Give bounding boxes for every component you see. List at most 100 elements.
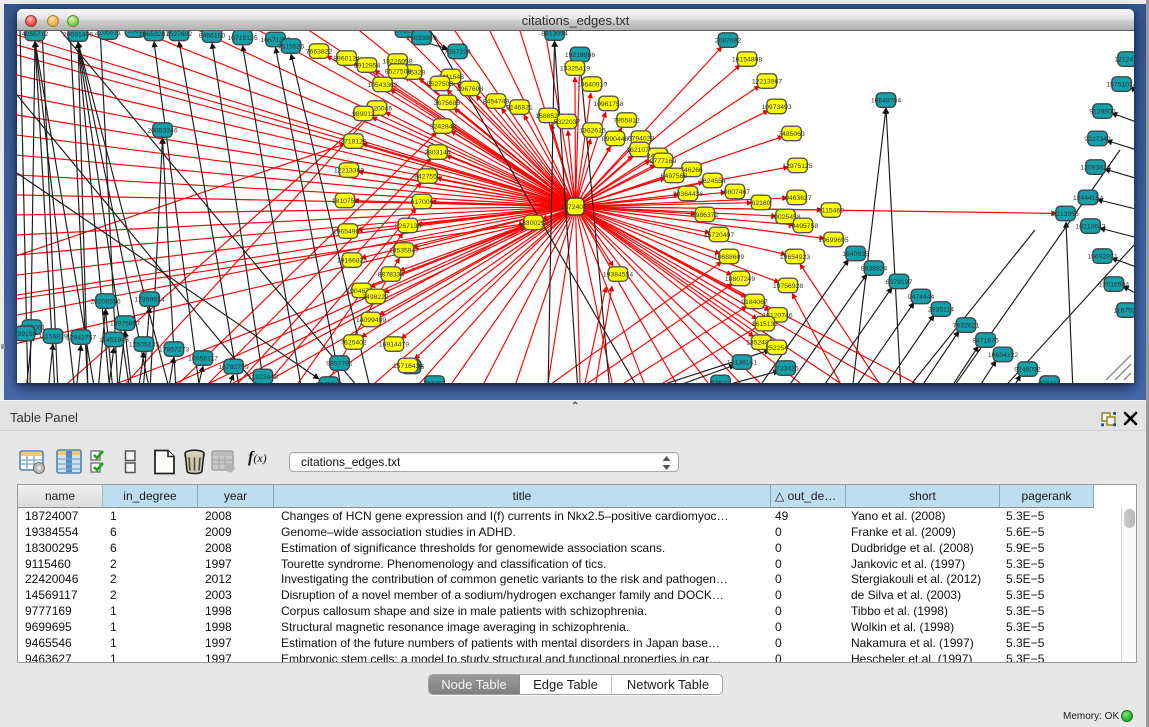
svg-text:1640935: 1640935 — [842, 251, 869, 258]
svg-text:1810753: 1810753 — [332, 198, 359, 205]
svg-text:17359924: 17359924 — [134, 297, 164, 304]
svg-text:2105531: 2105531 — [95, 31, 122, 37]
svg-text:8427552: 8427552 — [414, 174, 441, 181]
svg-text:13535947: 13535947 — [389, 248, 419, 255]
svg-text:16782759: 16782759 — [218, 364, 248, 371]
svg-text:19384554: 19384554 — [603, 272, 633, 279]
svg-text:12444154: 12444154 — [1073, 195, 1103, 202]
svg-text:9129906: 9129906 — [1089, 109, 1116, 116]
svg-text:20053346: 20053346 — [147, 128, 177, 135]
svg-text:7485063: 7485063 — [778, 131, 805, 138]
svg-text:14136141: 14136141 — [727, 360, 757, 367]
svg-text:10958117: 10958117 — [188, 356, 218, 363]
svg-text:10699695: 10699695 — [818, 237, 848, 244]
svg-text:16648784: 16648784 — [871, 98, 901, 105]
svg-text:8938924: 8938924 — [861, 266, 888, 273]
svg-text:989012: 989012 — [352, 111, 375, 118]
svg-text:9474444: 9474444 — [908, 294, 935, 301]
svg-text:8471676: 8471676 — [972, 338, 999, 345]
svg-text:10719135: 10719135 — [227, 35, 257, 42]
svg-text:1362615: 1362615 — [579, 128, 606, 135]
svg-text:9527503: 9527503 — [427, 81, 454, 88]
svg-text:18300295: 18300295 — [518, 220, 548, 227]
svg-text:16033809: 16033809 — [406, 35, 436, 42]
svg-text:11156829: 11156829 — [38, 334, 67, 341]
svg-text:11923448: 11923448 — [248, 374, 278, 381]
svg-text:9115460: 9115460 — [818, 208, 844, 215]
svg-text:15720407: 15720407 — [704, 232, 734, 239]
svg-text:12975125: 12975125 — [782, 163, 812, 170]
svg-text:936112: 936112 — [1038, 381, 1060, 384]
svg-text:5322037: 5322037 — [554, 119, 581, 126]
svg-text:19166825: 19166825 — [337, 258, 367, 265]
svg-text:13975887: 13975887 — [110, 321, 140, 328]
svg-text:19654985: 19654985 — [333, 229, 363, 236]
svg-text:6379197: 6379197 — [886, 279, 913, 286]
svg-text:18640910: 18640910 — [577, 82, 607, 89]
svg-text:10654122: 10654122 — [988, 352, 1018, 359]
svg-text:1527602: 1527602 — [166, 31, 193, 38]
svg-text:12942757: 12942757 — [66, 335, 96, 342]
svg-text:11451943: 11451943 — [99, 337, 129, 344]
svg-text:19654923: 19654923 — [780, 254, 810, 261]
svg-text:18724007: 18724007 — [560, 204, 590, 211]
svg-text:9245052: 9245052 — [1014, 367, 1041, 374]
svg-text:12505135: 12505135 — [129, 342, 159, 349]
svg-text:14099489: 14099489 — [356, 317, 386, 324]
svg-text:1615132: 1615132 — [752, 321, 779, 328]
svg-text:7955812: 7955812 — [613, 118, 640, 125]
svg-text:2803144: 2803144 — [424, 150, 451, 157]
svg-text:15692971: 15692971 — [1087, 254, 1117, 261]
svg-text:8960124: 8960124 — [333, 56, 360, 63]
svg-text:10973493: 10973493 — [761, 104, 791, 111]
svg-text:8878334: 8878334 — [378, 272, 405, 279]
svg-text:252254: 252254 — [765, 345, 788, 352]
svg-text:2967608: 2967608 — [457, 86, 484, 93]
svg-text:16154808: 16154808 — [732, 57, 762, 64]
svg-text:3675685: 3675685 — [434, 100, 461, 107]
svg-text:62160: 62160 — [752, 200, 771, 207]
svg-text:12213369: 12213369 — [334, 168, 364, 175]
svg-text:12213967: 12213967 — [752, 79, 782, 86]
svg-text:7632621: 7632621 — [953, 323, 980, 330]
svg-text:19463627: 19463627 — [781, 195, 811, 202]
svg-text:1733426: 1733426 — [772, 366, 799, 373]
svg-text:18807249: 18807249 — [725, 276, 755, 283]
svg-text:1212474: 1212474 — [1114, 57, 1134, 64]
svg-text:15751074: 15751074 — [1106, 82, 1134, 89]
svg-text:17016504: 17016504 — [1099, 282, 1129, 289]
svg-text:10653287: 10653287 — [139, 31, 169, 38]
svg-text:7625402: 7625402 — [340, 340, 367, 347]
svg-text:9242848: 9242848 — [430, 124, 457, 131]
svg-text:764201: 764201 — [423, 381, 446, 384]
svg-text:617006: 617006 — [411, 199, 434, 206]
svg-text:13325419: 13325419 — [560, 66, 590, 73]
svg-text:9227342: 9227342 — [1084, 136, 1111, 143]
svg-text:20206556: 20206556 — [90, 299, 120, 306]
svg-text:10961758: 10961758 — [593, 101, 623, 108]
svg-text:2935114: 2935114 — [928, 307, 954, 314]
svg-text:7986372: 7986372 — [692, 212, 719, 219]
svg-text:4055712: 4055712 — [22, 31, 49, 38]
svg-text:12093822: 12093822 — [1080, 165, 1110, 172]
svg-text:3498222: 3498222 — [362, 294, 389, 301]
svg-text:20691406: 20691406 — [63, 32, 93, 39]
svg-text:939159: 939159 — [17, 331, 37, 338]
svg-text:9146821: 9146821 — [506, 105, 533, 112]
svg-text:15716434: 15716434 — [393, 363, 423, 370]
svg-text:19218986: 19218986 — [565, 52, 595, 59]
svg-text:2087682: 2087682 — [715, 38, 742, 45]
svg-text:9777169: 9777169 — [650, 158, 677, 165]
svg-text:19756928: 19756928 — [773, 283, 803, 290]
svg-text:7515526: 7515526 — [278, 44, 305, 51]
svg-text:7663822: 7663822 — [306, 49, 333, 56]
svg-text:8466160: 8466160 — [199, 33, 226, 40]
svg-text:9245012: 9245012 — [316, 382, 343, 384]
svg-text:10688609: 10688609 — [714, 254, 744, 261]
svg-text:8990448: 8990448 — [602, 136, 629, 143]
svg-text:9184067: 9184067 — [741, 299, 768, 306]
svg-text:20364436: 20364436 — [673, 191, 703, 198]
svg-text:8213958: 8213958 — [1052, 211, 1079, 218]
svg-text:6794028: 6794028 — [628, 136, 655, 143]
svg-text:8912954: 8912954 — [354, 63, 381, 70]
